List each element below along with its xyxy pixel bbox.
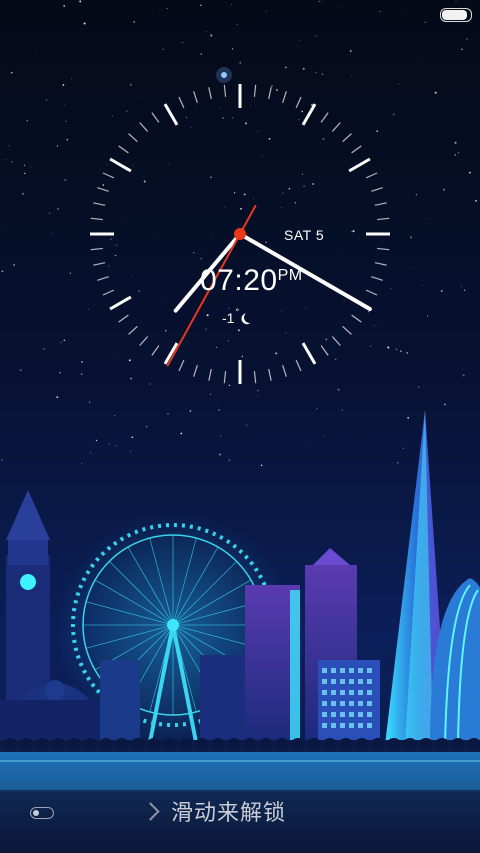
temperature: -1 — [222, 310, 235, 326]
degree-symbol: ° — [235, 307, 240, 317]
clock-center — [234, 228, 246, 240]
moon-icon — [243, 310, 257, 324]
digital-time: 07:20PM — [200, 264, 303, 298]
ampm-label: PM — [277, 267, 303, 284]
time-value: 07:20 — [200, 264, 278, 297]
weather: -1 ° — [222, 307, 257, 326]
date-label: SAT 5 — [284, 227, 325, 243]
slide-to-unlock[interactable]: 滑动来解锁 — [141, 795, 287, 827]
bottom-bar: 滑动来解锁 — [0, 785, 480, 835]
chevron-right-icon — [141, 801, 160, 821]
analog-clock — [90, 84, 390, 384]
toggle-switch[interactable] — [30, 807, 54, 819]
toggle-knob — [33, 810, 39, 816]
unlock-label: 滑动来解锁 — [171, 801, 287, 826]
